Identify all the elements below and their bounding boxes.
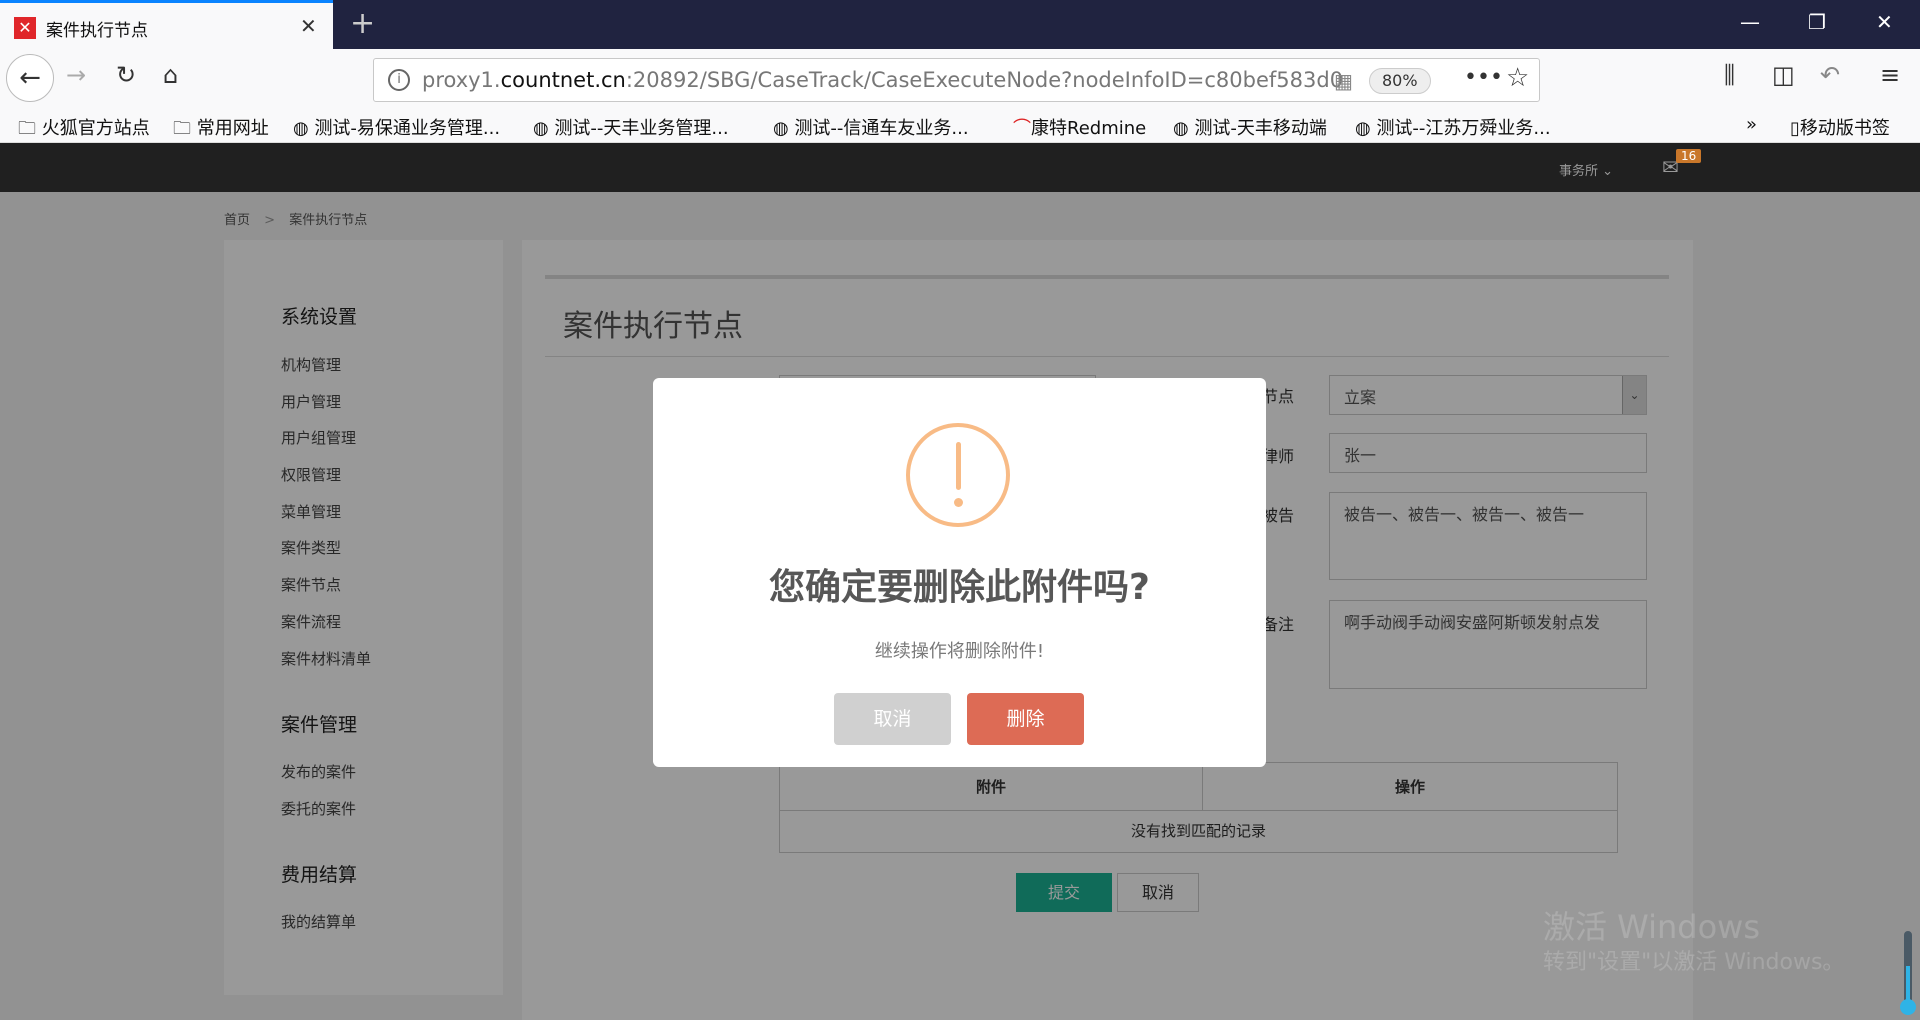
warning-icon <box>906 423 1010 527</box>
bookmark-folder[interactable]: 🗀 火狐官方站点 <box>18 114 150 146</box>
confirm-dialog: 您确定要删除此附件吗? 继续操作将删除附件! 取消 删除 <box>653 378 1266 767</box>
bookmark[interactable]: ⌒康特Redmine <box>1013 114 1146 140</box>
new-tab-button[interactable]: + <box>350 6 375 41</box>
undo-icon[interactable]: ↶ <box>1820 61 1840 89</box>
dialog-delete-button[interactable]: 删除 <box>967 693 1084 745</box>
close-window-button[interactable]: ✕ <box>1876 10 1893 34</box>
dialog-message: 继续操作将删除附件! <box>874 641 1045 662</box>
favicon-icon: ✕ <box>14 17 36 39</box>
dialog-title: 您确定要删除此附件吗? <box>769 567 1150 608</box>
url-text[interactable]: proxy1.countnet.cn:20892/SBG/CaseTrack/C… <box>422 68 1372 92</box>
bookmark-folder[interactable]: 🗀 常用网址 <box>173 114 269 146</box>
bookmark[interactable]: ◍ 测试--信通车友业务... <box>773 114 969 140</box>
qr-code-icon[interactable]: ▦ <box>1334 69 1353 93</box>
browser-tab[interactable]: ✕ 案件执行节点 ✕ <box>0 0 333 49</box>
home-button[interactable]: ⌂ <box>163 61 178 89</box>
org-menu[interactable]: 事务所 ⌄ <box>1559 160 1613 179</box>
sidebar-icon[interactable]: ◫ <box>1772 61 1795 89</box>
bookmark[interactable]: ◍ 测试--江苏万舜业务... <box>1355 114 1551 140</box>
activation-watermark-sub: 转到"设置"以激活 Windows。 <box>1543 950 1845 975</box>
redmine-icon: ⌒ <box>1013 118 1031 139</box>
site-header: 事务所 ⌄ ✉ 16 <box>0 143 1920 192</box>
more-icon[interactable]: ••• <box>1464 65 1503 90</box>
tab-bar: ✕ 案件执行节点 ✕ + — ❐ ✕ <box>0 0 1920 49</box>
bookmark[interactable]: ◍ 测试--天丰业务管理... <box>533 114 729 140</box>
back-button[interactable]: ← <box>6 54 54 102</box>
bookmarks-bar: 🗀 火狐官方站点 🗀 常用网址 ◍ 测试-易保通业务管理... ◍ 测试--天丰… <box>0 108 1920 143</box>
address-bar[interactable]: i proxy1.countnet.cn:20892/SBG/CaseTrack… <box>373 58 1540 102</box>
navigation-bar: ← → ↻ ⌂ i proxy1.countnet.cn:20892/SBG/C… <box>0 49 1920 108</box>
more-bookmarks-icon[interactable]: » <box>1746 114 1757 135</box>
reload-button[interactable]: ↻ <box>116 61 136 89</box>
dialog-cancel-button[interactable]: 取消 <box>834 693 951 745</box>
restore-button[interactable]: ❐ <box>1808 10 1826 34</box>
bookmark[interactable]: ◍ 测试-易保通业务管理... <box>293 114 500 140</box>
zoom-level[interactable]: 80% <box>1369 68 1431 94</box>
thermometer-icon <box>1900 931 1916 1015</box>
library-icon[interactable]: ⫼ <box>1724 61 1735 89</box>
forward-button[interactable]: → <box>66 61 86 89</box>
mobile-bookmarks[interactable]: ▯移动版书签 <box>1790 114 1890 140</box>
bookmark-star-icon[interactable]: ☆ <box>1506 63 1529 93</box>
minimize-button[interactable]: — <box>1740 10 1760 34</box>
bookmark[interactable]: ◍ 测试-天丰移动端 <box>1173 114 1327 140</box>
close-tab-icon[interactable]: ✕ <box>300 14 317 38</box>
menu-icon[interactable]: ≡ <box>1880 61 1900 89</box>
info-icon[interactable]: i <box>388 69 410 91</box>
activation-watermark: 激活 Windows <box>1543 908 1761 946</box>
tab-title: 案件执行节点 <box>46 21 148 41</box>
mail-badge: 16 <box>1676 149 1702 163</box>
